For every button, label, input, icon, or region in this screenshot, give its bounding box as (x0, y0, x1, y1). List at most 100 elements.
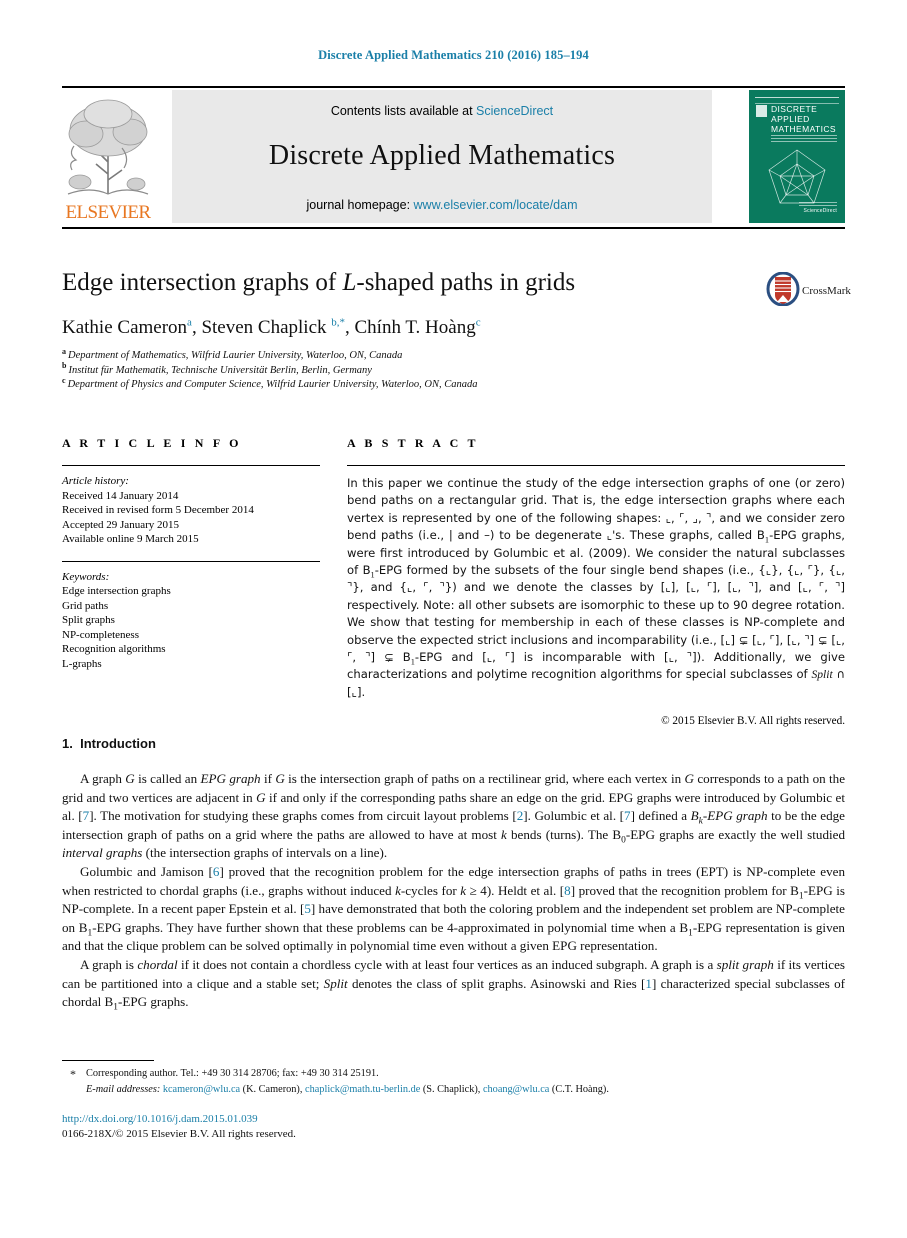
affiliation-c-marker: c (62, 375, 66, 385)
abstract-body: In this paper we continue the study of t… (347, 466, 845, 701)
p3-chordal: chordal (137, 956, 178, 972)
author-3-sup[interactable]: c (476, 317, 481, 329)
contents-line: Contents lists available at ScienceDirec… (172, 104, 712, 118)
affiliation-a-text: Department of Mathematics, Wilfrid Lauri… (68, 350, 403, 361)
cover-footer: ScienceDirect (799, 202, 837, 214)
article-history-label: Article history: (62, 475, 129, 487)
cover-subtitle-rules (771, 135, 837, 143)
p1-G1: G (125, 771, 135, 786)
abstract-text-4: -EPG and [⌞, ⌜] is incomparable with [⌞,… (347, 650, 845, 682)
p1-s1: A graph (80, 771, 126, 786)
abstract-split-italic: Split (811, 668, 833, 682)
cover-journal-name: DISCRETE APPLIED MATHEMATICS (771, 104, 836, 134)
p1-bk-B: B (690, 808, 699, 824)
author-1: Kathie Camerona (62, 317, 192, 338)
keywords-label: Keywords: (62, 570, 110, 583)
email-link-3[interactable]: choang@wlu.ca (483, 1084, 549, 1095)
p1-s9: ] defined a (630, 808, 691, 824)
p3-s2: if it does not contain a chordless cycle… (177, 956, 717, 972)
p1-interval: interval graphs (62, 845, 143, 861)
p1-bk-rest: -EPG graph (702, 808, 768, 824)
crossmark-icon (766, 271, 800, 307)
keyword-item: Split graphs (62, 614, 115, 626)
email-owner-1: (K. Cameron) (242, 1083, 300, 1095)
page-title: Edge intersection graphs of L-shaped pat… (62, 268, 752, 298)
p1-G4: G (256, 789, 266, 805)
title-part-1: Edge intersection graphs of (62, 269, 343, 296)
author-1-name: Kathie Cameron (62, 317, 188, 338)
keyword-item: NP-completeness (62, 628, 139, 641)
p2-s1: Golumbic and Jamison [ (80, 863, 213, 879)
article-info-column: A R T I C L E I N F O Article history: R… (62, 436, 320, 671)
corresponding-author-note: Corresponding author. Tel.: +49 30 314 2… (86, 1068, 379, 1079)
p1-s12: -EPG graphs are exactly the well studied (625, 826, 846, 842)
journal-homepage-link[interactable]: www.elsevier.com/locate/dam (414, 198, 578, 212)
section-number: 1. (62, 736, 73, 751)
p3-s1: A graph is (80, 956, 138, 972)
journal-banner: ELSEVIER Contents lists available at Sci… (62, 86, 845, 229)
p1-s7: ]. The motivation for studying these gra… (89, 808, 517, 824)
doi-link[interactable]: http://dx.doi.org/10.1016/j.dam.2015.01.… (62, 1113, 258, 1125)
journal-cover-thumbnail[interactable]: DISCRETE APPLIED MATHEMATICS ScienceDire… (749, 90, 845, 223)
abstract-copyright: © 2015 Elsevier B.V. All rights reserved… (661, 715, 845, 728)
author-3-name: Chính T. Hoàng (354, 317, 476, 338)
keyword-item: Recognition algorithms (62, 643, 166, 655)
paragraph-2: Golumbic and Jamison [6] proved that the… (62, 863, 845, 956)
affiliation-a-marker: a (62, 346, 66, 356)
sciencedirect-link[interactable]: ScienceDirect (476, 104, 553, 118)
footnote-star: * (70, 1067, 76, 1081)
p1-G2: G (275, 771, 285, 786)
cover-top-rule (755, 97, 839, 104)
keyword-item: Edge intersection graphs (62, 585, 171, 597)
affiliation-a: a Department of Mathematics, Wilfrid Laur… (62, 346, 762, 364)
keyword-item: Grid paths (62, 599, 109, 612)
history-item: Available online 9 March 2015 (62, 533, 199, 545)
crossmark-badge[interactable]: CrossMark (766, 271, 851, 312)
crossmark-label: CrossMark (802, 285, 851, 297)
section-title: Introduction (80, 736, 156, 751)
author-2: Steven Chaplick b,* (201, 317, 345, 338)
body-text: A graph G is called an EPG graph if G is… (62, 770, 845, 1012)
email-addresses-note: E-mail addresses: kcameron@wlu.ca (K. Ca… (86, 1083, 609, 1095)
p3-splitgraph: split graph (716, 956, 774, 972)
elsevier-wordmark: ELSEVIER (65, 202, 152, 223)
email-label: E-mail addresses: (86, 1083, 161, 1095)
elsevier-logo: ELSEVIER (62, 90, 154, 223)
keywords-block: Keywords: Edge intersection graphs Grid … (62, 562, 320, 672)
affiliation-b-marker: b (62, 361, 67, 370)
article-info-heading: A R T I C L E I N F O (62, 436, 242, 450)
cover-line-1: DISCRETE (771, 104, 818, 114)
p1-s11: bends (turns). The B (506, 826, 622, 842)
email-owner-3: (C.T. Hoàng) (551, 1083, 607, 1095)
p1-G3: G (684, 771, 694, 786)
p1-bk: Bk-EPG graph (690, 808, 768, 826)
abstract-column: A B S T R A C T In this paper we continu… (347, 436, 845, 727)
p1-epg: EPG graph (200, 771, 261, 786)
cover-line-2: APPLIED (771, 114, 810, 124)
email-link-2[interactable]: chaplick@math.tu-berlin.de (305, 1084, 420, 1095)
paper-page: Discrete Applied Mathematics 210 (2016) … (0, 0, 907, 1238)
title-part-2: -shaped paths in grids (356, 269, 576, 296)
author-1-sup[interactable]: a (187, 317, 192, 329)
affiliation-b: b Institut für Mathematik, Technische Uni… (62, 361, 762, 379)
elsevier-tree-icon (67, 99, 149, 195)
p1-s3: if (260, 771, 276, 786)
homepage-prefix: journal homepage: (306, 198, 414, 212)
cover-footer-text: ScienceDirect (803, 208, 837, 214)
abstract-heading: A B S T R A C T (347, 436, 479, 450)
p1-s13: (the intersection graphs of intervals on… (142, 845, 388, 861)
author-list: Kathie Camerona, Steven Chaplick b,*, Ch… (62, 316, 481, 338)
homepage-line: journal homepage: www.elsevier.com/locat… (172, 198, 712, 212)
p1-s2: is called an (134, 771, 201, 786)
cover-elsevier-mark-icon (756, 105, 767, 117)
email-link-1[interactable]: kcameron@wlu.ca (163, 1084, 240, 1095)
p1-s4: is the intersection graph of paths on a … (284, 771, 685, 786)
cover-line-3: MATHEMATICS (771, 124, 836, 134)
paragraph-1: A graph G is called an EPG graph if G is… (62, 770, 845, 863)
banner-center: Contents lists available at ScienceDirec… (172, 90, 712, 223)
section-heading-introduction: 1. Introduction (62, 736, 156, 751)
author-2-name: Steven Chaplick (201, 317, 327, 338)
author-2-sup[interactable]: b,* (331, 317, 345, 329)
footnote-rule (62, 1060, 154, 1061)
paragraph-3: A graph is chordal if it does not contai… (62, 956, 845, 1013)
